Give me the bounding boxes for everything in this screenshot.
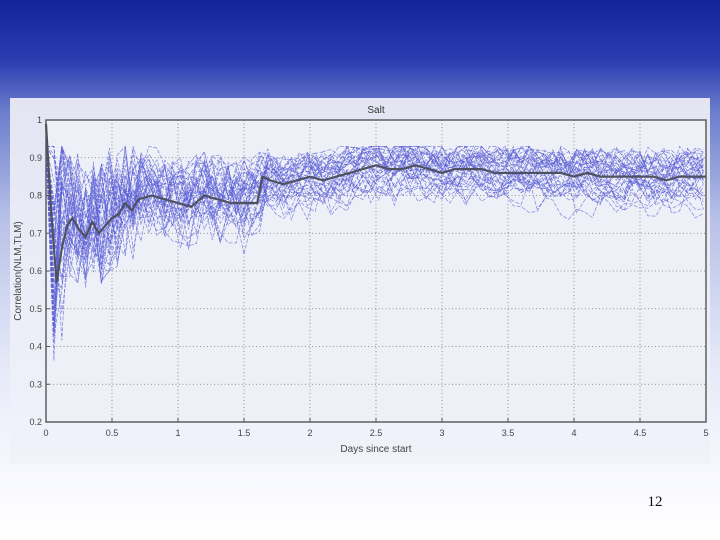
correlation-chart: 0 0.5 1 1.5 2 2.5 3 3.5 4 4.5 5 0.2 0.3 0.4 0.5 0.6 0.7 0… [13, 105, 709, 455]
x-tick-label: 2 [307, 428, 312, 438]
x-tick-label: 0 [43, 428, 48, 438]
chart-title: Salt [367, 105, 384, 116]
x-tick-label: 2.5 [370, 428, 383, 438]
x-tick-label: 5 [703, 428, 708, 438]
y-tick-label: 0.5 [29, 304, 42, 314]
y-tick-label: 1 [37, 115, 42, 125]
y-tick-label: 0.7 [29, 228, 42, 238]
x-tick-label: 3 [439, 428, 444, 438]
x-tick-label: 1 [175, 428, 180, 438]
y-tick-label: 0.2 [29, 417, 42, 427]
chart-panel: 0 0.5 1 1.5 2 2.5 3 3.5 4 4.5 5 0.2 0.3 0.4 0.5 0.6 0.7 0… [10, 98, 710, 464]
x-axis-label: Days since start [340, 444, 411, 455]
y-tick-label: 0.8 [29, 191, 42, 201]
y-tick-label: 0.3 [29, 379, 42, 389]
x-tick-label: 4 [571, 428, 576, 438]
y-tick-label: 0.9 [29, 153, 42, 163]
y-tick-label: 0.4 [29, 342, 42, 352]
y-tick-label: 0.6 [29, 266, 42, 276]
y-axis-label: Correlation(NLM,TLM) [13, 221, 24, 320]
x-tick-label: 3.5 [502, 428, 515, 438]
x-tick-label: 0.5 [106, 428, 119, 438]
x-tick-label: 1.5 [238, 428, 251, 438]
slide-number: 12 [647, 494, 663, 510]
x-tick-label: 4.5 [634, 428, 647, 438]
